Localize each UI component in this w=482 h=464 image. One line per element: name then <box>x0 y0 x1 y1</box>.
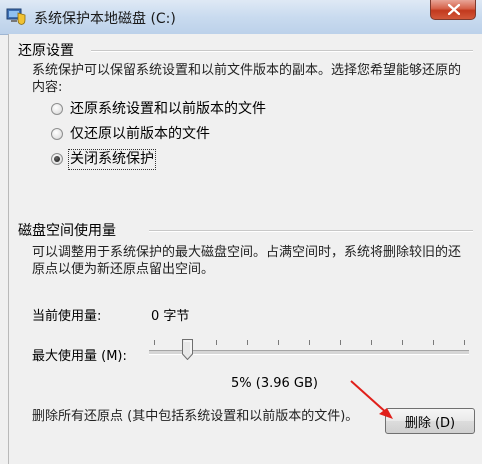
disk-usage-description: 可以调整用于系统保护的最大磁盘空间。占满空间时，系统将删除较旧的还原点以便为新还… <box>32 245 462 277</box>
radio-button[interactable] <box>51 153 63 165</box>
radio-label: 还原系统设置和以前版本的文件 <box>70 101 266 117</box>
restore-settings-divider <box>91 50 473 52</box>
radio-button[interactable] <box>51 128 63 140</box>
slider-track[interactable] <box>149 350 469 355</box>
delete-description: 删除所有还原点 (其中包括系统设置和以前版本的文件)。 <box>32 409 359 424</box>
disk-usage-divider <box>149 230 473 232</box>
max-usage-label: 最大使用量 (M): <box>32 349 127 364</box>
radio-label: 仅还原以前版本的文件 <box>70 126 210 142</box>
close-button[interactable] <box>430 0 476 20</box>
system-protection-window: 系统保护本地磁盘 (C:) 还原设置 系统保护可以保留系统设置和以前文件版本的副… <box>0 0 482 464</box>
delete-button[interactable]: 删除 (D) <box>385 408 475 434</box>
close-icon <box>448 4 460 15</box>
system-protection-icon <box>6 8 26 25</box>
slider-ticks <box>154 340 465 345</box>
restore-settings-heading: 还原设置 <box>18 43 74 59</box>
max-usage-slider[interactable] <box>149 339 469 367</box>
radio-label: 关闭系统保护 <box>68 149 156 170</box>
slider-value-text: 5% (3.96 GB) <box>231 376 318 391</box>
current-usage-value: 0 字节 <box>151 309 190 324</box>
disk-usage-heading: 磁盘空间使用量 <box>18 223 116 239</box>
current-usage-label: 当前使用量: <box>32 309 102 324</box>
window-title: 系统保护本地磁盘 (C:) <box>34 11 176 27</box>
slider-thumb[interactable] <box>182 339 193 360</box>
radio-button[interactable] <box>51 103 63 115</box>
title-bar[interactable]: 系统保护本地磁盘 (C:) <box>0 0 482 35</box>
restore-description: 系统保护可以保留系统设置和以前文件版本的副本。选择您希望能够还原的内容: <box>32 63 462 95</box>
dialog-content: 还原设置 系统保护可以保留系统设置和以前文件版本的副本。选择您希望能够还原的内容… <box>8 34 482 464</box>
